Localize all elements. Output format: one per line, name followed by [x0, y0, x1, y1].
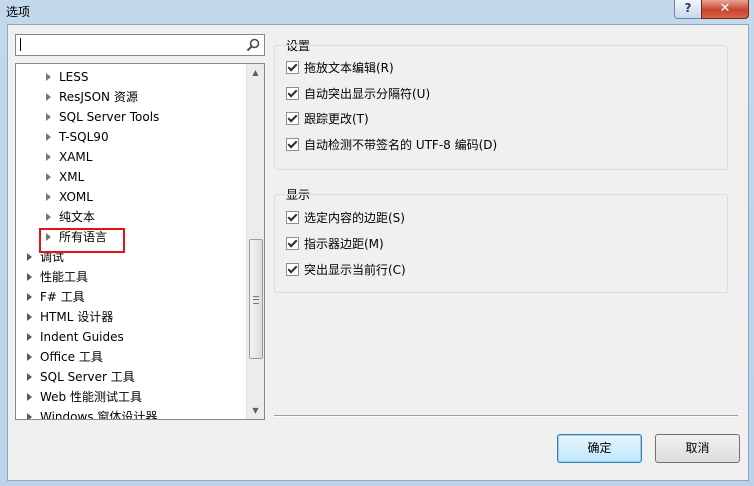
ok-button[interactable]: 确定 [557, 434, 642, 463]
checkbox-checked-icon[interactable] [286, 211, 299, 224]
text-caret [20, 38, 21, 51]
tree-item-less[interactable]: LESS [46, 67, 89, 87]
expand-arrow-icon[interactable] [27, 292, 32, 301]
options-dialog: 选项 ? ✕ LESS ResJSON 资源 SQL Server Tools … [0, 0, 754, 486]
dialog-client-area: LESS ResJSON 资源 SQL Server Tools T-SQL90… [7, 24, 749, 481]
expand-arrow-icon[interactable] [46, 72, 51, 81]
checkbox-checked-icon[interactable] [286, 237, 299, 250]
tree-item-plain-text[interactable]: 纯文本 [46, 207, 95, 227]
expand-arrow-icon[interactable] [46, 92, 51, 101]
expand-arrow-icon[interactable] [27, 372, 32, 381]
expand-arrow-icon[interactable] [46, 132, 51, 141]
selection-highlight-box [39, 228, 125, 253]
tree-item-xoml[interactable]: XOML [46, 187, 93, 207]
checkbox-checked-icon[interactable] [286, 138, 299, 151]
tree-item-windows-forms-designer[interactable]: Windows 窗体设计器 [27, 407, 157, 419]
tree-item-fsharp-tools[interactable]: F# 工具 [27, 287, 85, 307]
expand-arrow-icon[interactable] [27, 352, 32, 361]
search-icon[interactable] [246, 38, 260, 52]
scroll-thumb[interactable] [249, 239, 263, 359]
expand-arrow-icon[interactable] [27, 412, 32, 419]
tree-item-web-perf-test-tools[interactable]: Web 性能测试工具 [27, 387, 142, 407]
help-button[interactable]: ? [674, 0, 702, 19]
grip-icon [253, 296, 259, 304]
options-tree[interactable]: LESS ResJSON 资源 SQL Server Tools T-SQL90… [15, 63, 265, 420]
option-track-changes[interactable]: 跟踪更改(T) [286, 110, 369, 128]
option-auto-highlight-delimiters[interactable]: 自动突出显示分隔符(U) [286, 85, 430, 103]
expand-arrow-icon[interactable] [46, 112, 51, 121]
expand-arrow-icon[interactable] [27, 392, 32, 401]
scroll-down-icon[interactable]: ▼ [247, 402, 264, 419]
search-input[interactable] [15, 34, 265, 56]
tree-item-indent-guides[interactable]: Indent Guides [27, 327, 124, 347]
option-auto-detect-utf8[interactable]: 自动检测不带签名的 UTF-8 编码(D) [286, 136, 497, 154]
tree-item-performance-tools[interactable]: 性能工具 [27, 267, 88, 287]
cancel-button[interactable]: 取消 [655, 434, 740, 463]
tree-item-sql-server-tools[interactable]: SQL Server Tools [46, 107, 159, 127]
expand-arrow-icon[interactable] [46, 172, 51, 181]
checkbox-checked-icon[interactable] [286, 87, 299, 100]
title-bar: 选项 ? ✕ [0, 0, 754, 22]
expand-arrow-icon[interactable] [46, 192, 51, 201]
checkbox-checked-icon[interactable] [286, 112, 299, 125]
expand-arrow-icon[interactable] [27, 312, 32, 321]
option-highlight-current-line[interactable]: 突出显示当前行(C) [286, 261, 406, 279]
expand-arrow-icon[interactable] [27, 252, 32, 261]
tree-item-xml[interactable]: XML [46, 167, 84, 187]
window-title: 选项 [6, 5, 31, 19]
tree-item-xaml[interactable]: XAML [46, 147, 92, 167]
option-selection-margin[interactable]: 选定内容的边距(S) [286, 209, 405, 227]
tree-item-sql-server-tools-root[interactable]: SQL Server 工具 [27, 367, 135, 387]
tree-item-html-designer[interactable]: HTML 设计器 [27, 307, 113, 327]
tree-item-office-tools[interactable]: Office 工具 [27, 347, 103, 367]
close-button[interactable]: ✕ [701, 0, 749, 19]
expand-arrow-icon[interactable] [27, 272, 32, 281]
expand-arrow-icon[interactable] [46, 212, 51, 221]
expand-arrow-icon[interactable] [27, 332, 32, 341]
checkbox-checked-icon[interactable] [286, 61, 299, 74]
option-drag-drop-editing[interactable]: 拖放文本编辑(R) [286, 59, 394, 77]
option-indicator-margin[interactable]: 指示器边距(M) [286, 235, 384, 253]
button-separator [274, 415, 738, 417]
expand-arrow-icon[interactable] [46, 152, 51, 161]
checkbox-checked-icon[interactable] [286, 263, 299, 276]
tree-item-resjson[interactable]: ResJSON 资源 [46, 87, 138, 107]
scroll-up-icon[interactable]: ▲ [247, 64, 264, 81]
tree-scrollbar[interactable]: ▲ ▼ [246, 64, 264, 419]
tree-item-tsql90[interactable]: T-SQL90 [46, 127, 109, 147]
